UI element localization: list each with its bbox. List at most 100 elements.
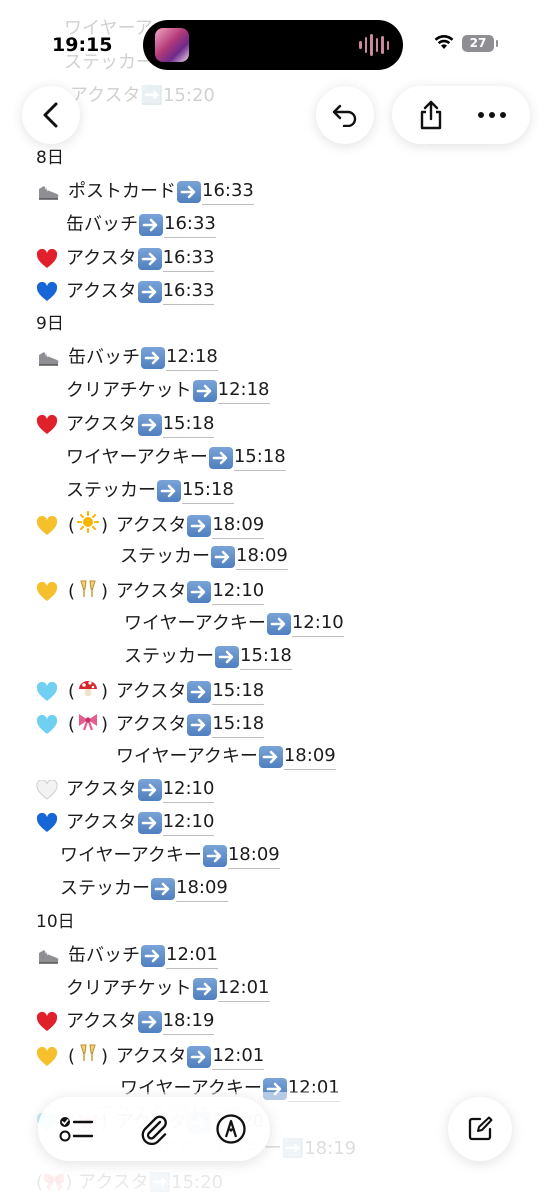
time-link[interactable]: 15:18 <box>212 712 265 738</box>
audio-waveform-icon <box>359 32 389 58</box>
yellow-heart-icon <box>36 582 58 602</box>
attach-button[interactable] <box>131 1106 177 1152</box>
time-link[interactable]: 15:18 <box>162 412 215 438</box>
time-link[interactable]: 12:01 <box>166 943 218 969</box>
schedule-line: ワイヤーアクキー 18:09 <box>60 843 280 870</box>
time-link[interactable]: 18:09 <box>212 513 265 539</box>
right-arrow-icon <box>151 878 175 901</box>
time-link[interactable]: 12:18 <box>166 345 218 372</box>
schedule-line: 缶バッチ 16:33 <box>66 212 216 239</box>
time-link[interactable]: 18:09 <box>227 843 280 870</box>
compose-button[interactable] <box>448 1097 512 1161</box>
time-link[interactable]: 12:10 <box>162 777 215 803</box>
item-name: アクスタ <box>66 778 137 800</box>
bottom-toolbar <box>38 1097 270 1161</box>
back-button[interactable] <box>22 86 80 144</box>
item-name: クリアチケット <box>66 380 192 402</box>
battery-indicator: 27 <box>462 35 498 52</box>
time-link[interactable]: 16:33 <box>164 212 216 239</box>
schedule-line: アクスタ 16:33 <box>36 246 215 272</box>
time-link[interactable]: 12:01 <box>217 976 270 1002</box>
time-link[interactable]: 15:18 <box>212 679 265 705</box>
time-link[interactable]: 12:10 <box>212 579 265 606</box>
item-name: 缶バッチ <box>68 944 140 966</box>
dynamic-island[interactable] <box>143 20 403 70</box>
time-link[interactable]: 12:10 <box>162 810 215 836</box>
right-arrow-icon <box>192 380 217 403</box>
time-link[interactable]: 16:33 <box>162 246 215 272</box>
item-name: アクスタ <box>66 413 137 435</box>
schedule-line: () アクスタ 12:01 <box>36 1042 265 1071</box>
right-arrow-icon <box>137 413 162 436</box>
red-heart-icon <box>36 414 58 435</box>
note-actions-group <box>392 86 530 144</box>
schedule-line: () アクスタ 15:18 <box>36 677 265 706</box>
schedule-line: アクスタ 12:10 <box>36 777 215 803</box>
time-link[interactable]: 12:18 <box>217 378 270 405</box>
right-arrow-icon <box>137 280 162 303</box>
schedule-line: アクスタ 12:10 <box>36 810 215 836</box>
item-name: アクスタ <box>66 247 137 269</box>
undo-button[interactable] <box>316 86 374 144</box>
right-arrow-icon <box>211 546 235 569</box>
time-link[interactable]: 16:33 <box>162 279 215 305</box>
time-link[interactable]: 18:19 <box>162 1009 215 1036</box>
time-link[interactable]: 18:09 <box>176 876 228 903</box>
schedule-line: クリアチケット 12:01 <box>66 976 270 1002</box>
schedule-line: ワイヤーアクキー 18:09 <box>116 744 336 770</box>
red-heart-icon <box>36 1012 58 1032</box>
item-name: クリアチケット <box>66 978 192 999</box>
time-link[interactable]: 15:18 <box>182 478 234 504</box>
right-arrow-icon <box>137 812 162 834</box>
wifi-icon <box>434 34 454 49</box>
shoe-icon <box>36 347 60 369</box>
time-link[interactable]: 12:01 <box>212 1044 265 1070</box>
light-blue-heart-icon <box>36 714 58 735</box>
right-arrow-icon <box>137 778 162 801</box>
glass-icon <box>77 578 99 607</box>
time-link[interactable]: 16:33 <box>202 179 254 206</box>
blue-heart-icon <box>36 813 58 833</box>
item-name: ワイヤーアクキー <box>60 845 202 867</box>
right-arrow-icon <box>187 1045 212 1068</box>
status-bar: 19:15 27 <box>0 0 552 90</box>
item-name: ステッカー <box>120 546 210 568</box>
right-arrow-icon <box>141 347 165 370</box>
schedule-line: ステッカー 15:18 <box>66 478 234 504</box>
status-time: 19:15 <box>52 34 113 56</box>
day-heading: 8日 <box>36 146 64 170</box>
schedule-line: ワイヤーアクキー 15:18 <box>66 445 286 471</box>
day-heading-text: 9日 <box>36 314 64 334</box>
checklist-button[interactable] <box>54 1106 100 1152</box>
white-heart-icon <box>36 779 58 800</box>
paperclip-icon <box>141 1115 167 1145</box>
right-arrow-icon <box>208 446 233 469</box>
more-button[interactable] <box>467 90 517 140</box>
schedule-line: ステッカー 18:09 <box>120 544 288 571</box>
time-link[interactable]: 18:09 <box>236 544 288 571</box>
schedule-line: アクスタ 15:18 <box>36 412 215 438</box>
item-name: アクスタ <box>115 514 187 536</box>
item-name: アクスタ <box>66 1011 137 1033</box>
glass-icon <box>77 1042 99 1071</box>
time-link[interactable]: 15:18 <box>240 644 292 670</box>
right-arrow-icon <box>137 247 162 270</box>
markup-button[interactable] <box>208 1106 254 1152</box>
share-button[interactable] <box>406 90 456 140</box>
ribbon-icon <box>77 710 99 739</box>
schedule-line: () アクスタ 18:09 <box>36 511 265 540</box>
day-heading: 10日 <box>36 910 75 934</box>
item-name: ステッカー <box>60 878 150 900</box>
chevron-left-icon <box>43 102 58 128</box>
right-arrow-icon <box>202 845 227 868</box>
item-name: アクスタ <box>115 713 187 735</box>
schedule-line: ポストカード 16:33 <box>36 179 254 206</box>
time-link[interactable]: 12:10 <box>291 611 344 637</box>
pen-icon <box>216 1114 246 1144</box>
time-link[interactable]: 15:18 <box>233 445 286 471</box>
schedule-line: ステッカー 15:18 <box>124 644 292 670</box>
day-heading-text: 8日 <box>36 148 64 168</box>
time-link[interactable]: 18:09 <box>283 744 336 770</box>
now-playing-artwork <box>155 28 189 62</box>
right-arrow-icon <box>139 214 163 237</box>
